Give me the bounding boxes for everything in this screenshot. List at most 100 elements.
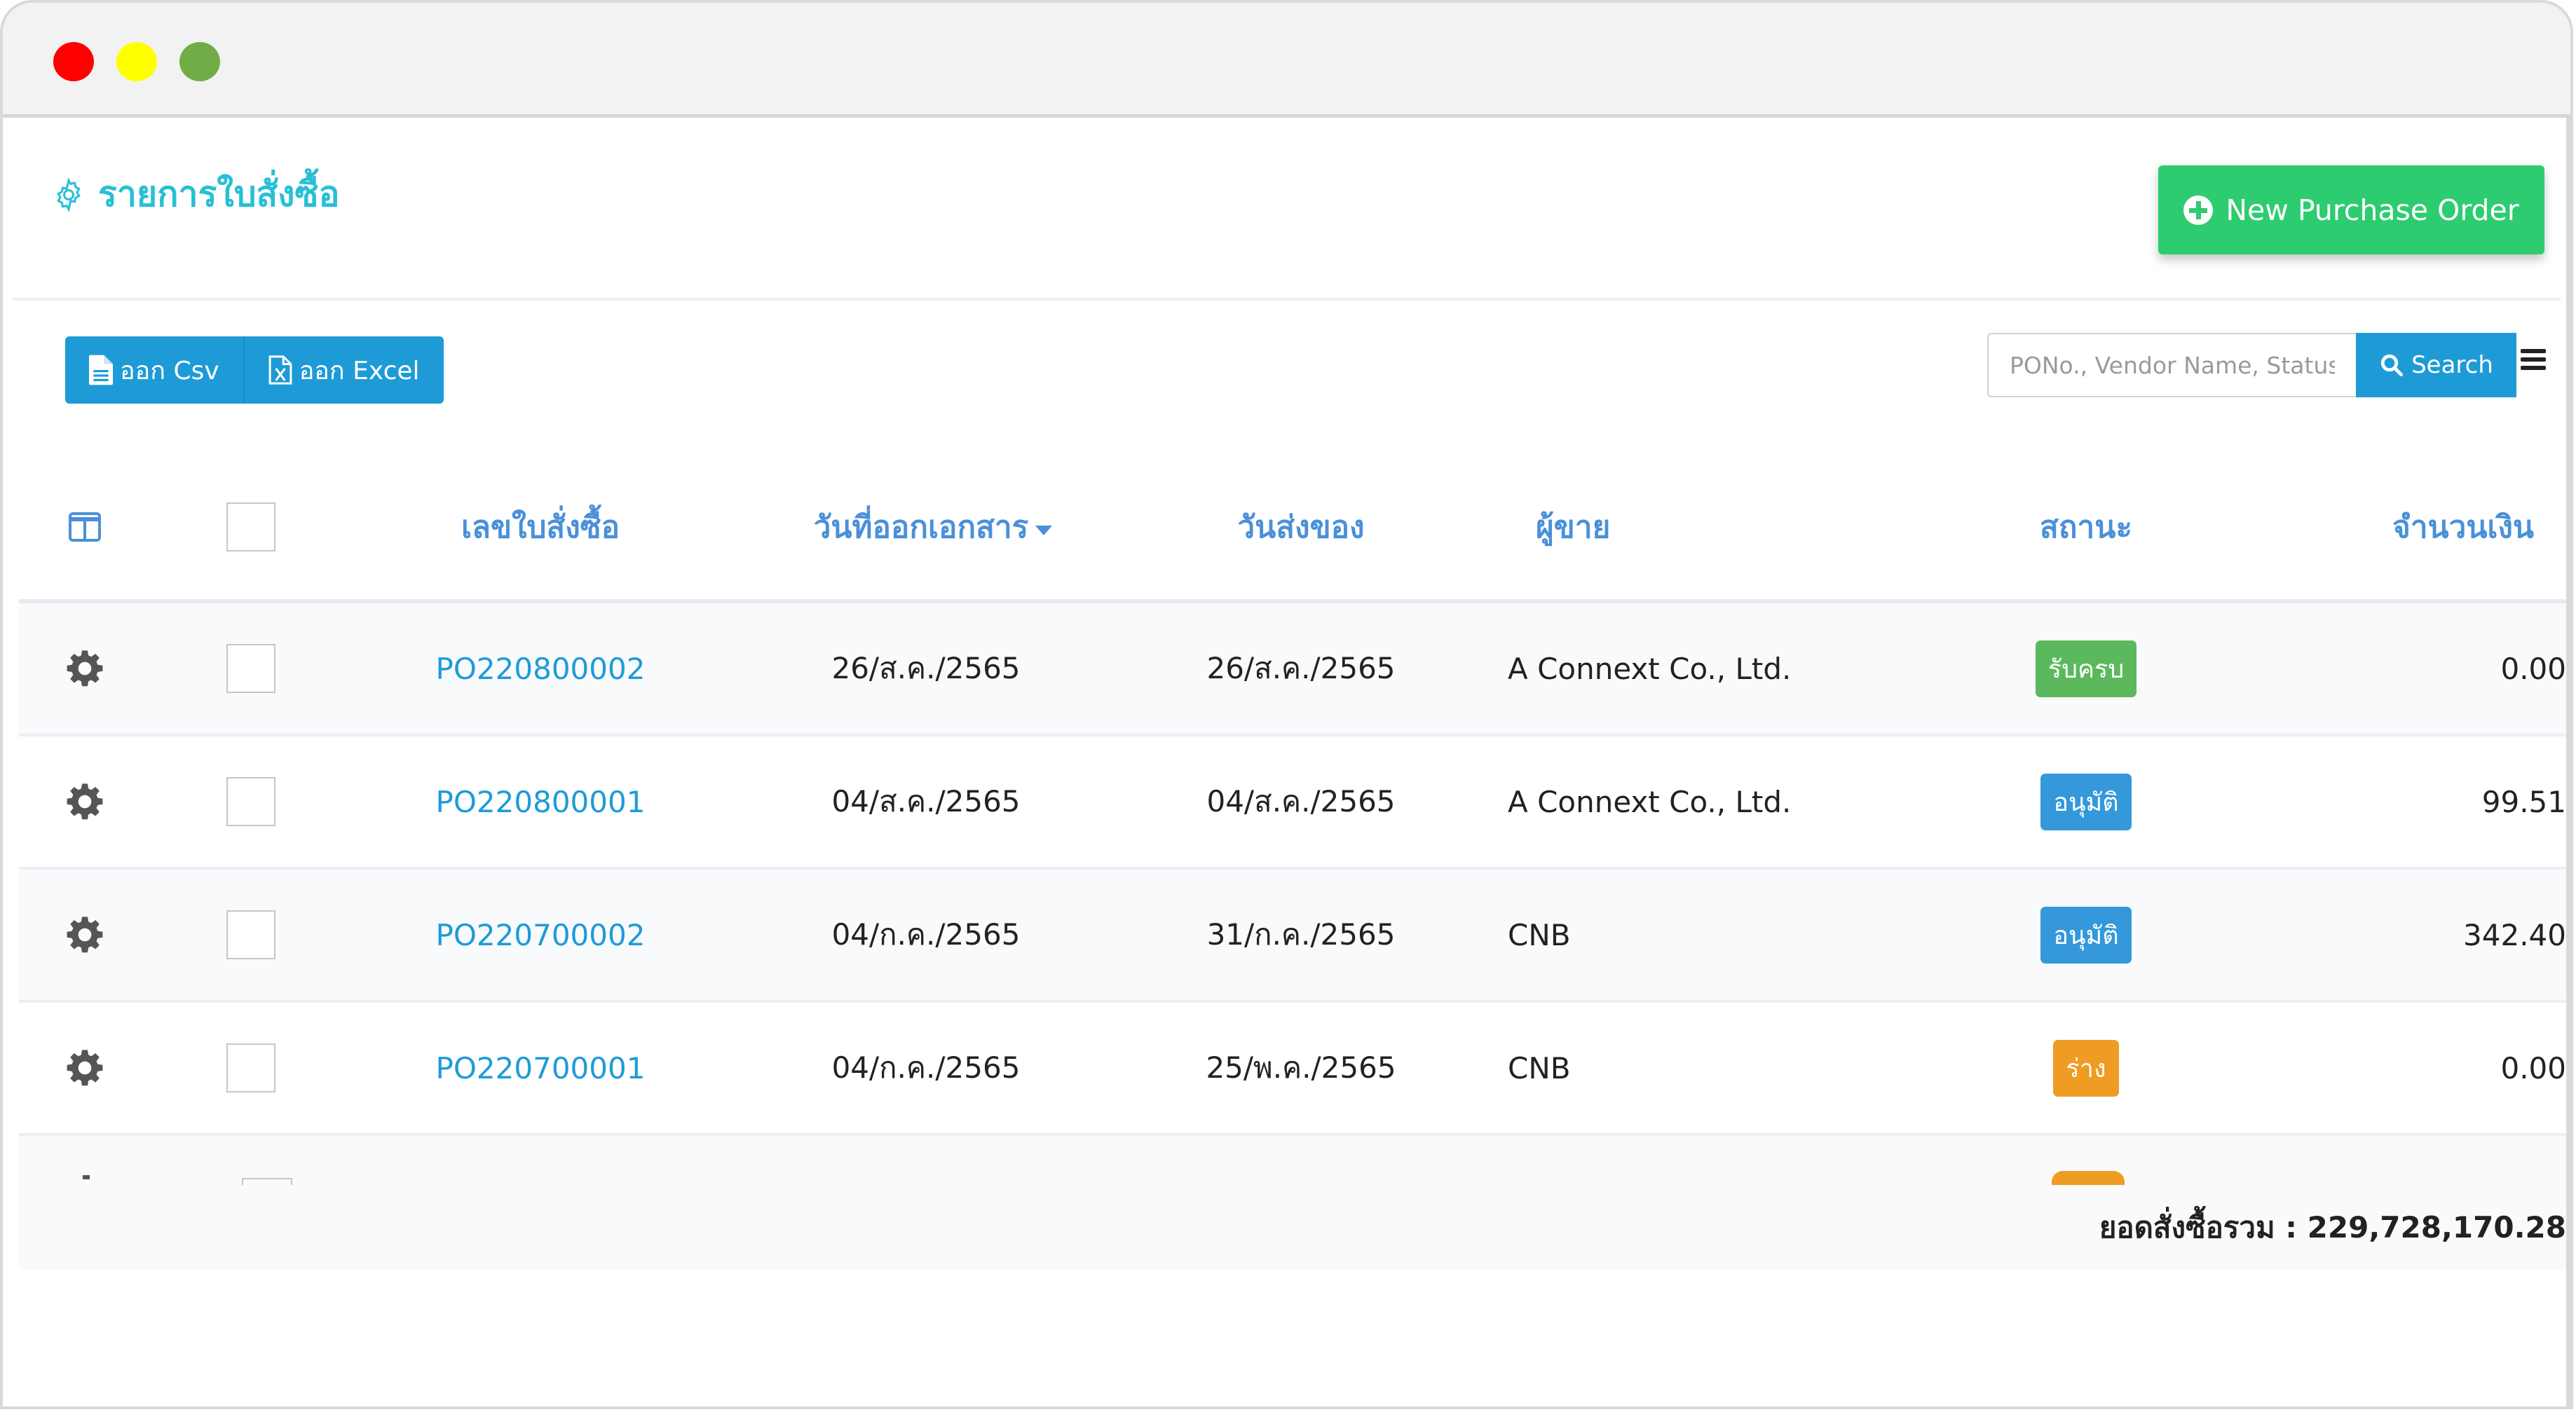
column-header-doc-date[interactable]: วันที่ออกเอกสาร <box>786 455 1080 599</box>
row-checkbox[interactable] <box>226 1043 275 1092</box>
table-row: PO220700001 04/ก.ค./2565 25/พ.ค./2565 CN… <box>19 1003 2566 1136</box>
delivery-date-cell: 04/ส.ค./2565 <box>1206 784 1396 818</box>
new-purchase-order-label: New Purchase Order <box>2226 193 2519 227</box>
status-badge: ร่าง <box>2053 1039 2119 1097</box>
doc-date-cell: 04/ส.ค./2565 <box>831 784 1021 818</box>
po-number-link[interactable]: PO220700002 <box>436 918 646 952</box>
status-badge: อนุมัติ <box>2040 906 2132 964</box>
po-number-link[interactable]: PO220700001 <box>436 1051 646 1085</box>
amount-cell: 342.40 <box>2463 917 2566 952</box>
window-titlebar <box>3 3 2570 118</box>
search-bar: Search <box>1987 333 2516 397</box>
vendor-cell: A Connext Co., Ltd. <box>1508 784 1792 819</box>
header-divider <box>13 298 2561 301</box>
window-right-edge <box>2566 118 2570 1406</box>
row-select-cell <box>225 1003 277 1133</box>
table-row-partial <box>19 1136 2566 1185</box>
row-select-cell <box>225 870 277 1000</box>
sort-desc-icon <box>1035 526 1053 535</box>
hamburger-icon[interactable] <box>2521 349 2546 373</box>
select-all-checkbox[interactable] <box>226 502 275 551</box>
search-input[interactable] <box>1987 333 2356 397</box>
maximize-window-button[interactable] <box>179 42 220 81</box>
row-gear-icon-partial <box>83 1175 90 1179</box>
gear-icon[interactable] <box>65 649 104 688</box>
column-header-status[interactable]: สถานะ <box>1981 455 2191 599</box>
column-header-amount-label: จำนวนเงิน <box>2392 509 2534 545</box>
column-header-delivery-date-label: วันส่งของ <box>1237 509 1365 545</box>
delivery-date-cell: 31/ก.ค./2565 <box>1206 917 1396 952</box>
column-header-po-number-label: เลขใบสั่งซื้อ <box>461 509 620 545</box>
columns-icon <box>69 512 101 542</box>
export-csv-label: ออก Csv <box>120 356 219 385</box>
search-button-label: Search <box>2411 351 2493 379</box>
row-actions-cell <box>64 603 106 734</box>
column-header-doc-date-label: วันที่ออกเอกสาร <box>813 509 1029 545</box>
gear-icon[interactable] <box>65 915 104 954</box>
delivery-date-cell: 26/ส.ค./2565 <box>1206 651 1396 685</box>
export-excel-label: ออก Excel <box>299 356 420 385</box>
status-cell: รับครบ <box>1981 603 2191 734</box>
vendor-cell: CNB <box>1508 917 1571 952</box>
status-cell: อนุมัติ <box>1981 870 2191 1000</box>
purchase-order-table: เลขใบสั่งซื้อ วันที่ออกเอกสาร วันส่งของ … <box>19 455 2566 1270</box>
status-cell: ร่าง <box>1981 1003 2191 1133</box>
vendor-cell: A Connext Co., Ltd. <box>1508 651 1792 686</box>
delivery-date-cell: 25/พ.ค./2565 <box>1206 1050 1396 1085</box>
amount-cell: 0.00 <box>2500 651 2566 686</box>
status-badge: รับครบ <box>2035 640 2137 697</box>
column-header-vendor[interactable]: ผู้ขาย <box>1536 455 1676 599</box>
gear-outline-icon <box>57 177 81 212</box>
file-text-icon <box>89 355 113 385</box>
order-total: ยอดสั่งซื้อรวม : 229,728,170.28 <box>2099 1210 2566 1245</box>
new-purchase-order-button[interactable]: New Purchase Order <box>2158 165 2544 254</box>
po-number-cell: PO220700002 <box>400 870 681 1000</box>
table-row: PO220700002 04/ก.ค./2565 31/ก.ค./2565 CN… <box>19 870 2566 1003</box>
row-actions-cell <box>64 736 106 867</box>
row-checkbox[interactable] <box>226 910 275 959</box>
row-select-cell <box>225 736 277 867</box>
po-number-link[interactable]: PO220800002 <box>436 652 646 686</box>
table-header: เลขใบสั่งซื้อ วันที่ออกเอกสาร วันส่งของ … <box>19 455 2566 603</box>
status-badge-partial <box>2052 1171 2125 1185</box>
row-actions-cell <box>64 1003 106 1133</box>
column-toggle-button[interactable] <box>64 455 106 599</box>
export-csv-button[interactable]: ออก Csv <box>65 336 243 404</box>
export-button-group: ออก Csv ออก Excel <box>65 336 444 404</box>
page-title: รายการใบสั่งซื้อ <box>50 167 339 222</box>
po-number-cell: PO220700001 <box>400 1003 681 1133</box>
row-actions-cell <box>64 870 106 1000</box>
column-header-vendor-label: ผู้ขาย <box>1536 509 1611 545</box>
column-header-po-number[interactable]: เลขใบสั่งซื้อ <box>400 455 681 599</box>
select-all-cell <box>225 455 277 599</box>
status-badge: อนุมัติ <box>2040 773 2132 830</box>
row-checkbox[interactable] <box>226 777 275 826</box>
doc-date-cell: 26/ส.ค./2565 <box>831 651 1021 685</box>
vendor-cell: CNB <box>1508 1050 1571 1085</box>
browser-window: รายการใบสั่งซื้อ New Purchase Order ออก … <box>0 0 2573 1409</box>
table-body: PO220800002 26/ส.ค./2565 26/ส.ค./2565 A … <box>19 603 2566 1136</box>
table-row: PO220800002 26/ส.ค./2565 26/ส.ค./2565 A … <box>19 603 2566 736</box>
row-select-cell <box>225 603 277 734</box>
column-header-amount[interactable]: จำนวนเงิน <box>2254 455 2534 599</box>
doc-date-cell: 04/ก.ค./2565 <box>831 1050 1021 1085</box>
po-number-link[interactable]: PO220800001 <box>436 785 646 819</box>
column-header-delivery-date[interactable]: วันส่งของ <box>1161 455 1441 599</box>
close-window-button[interactable] <box>53 42 94 81</box>
row-checkbox[interactable] <box>226 644 275 693</box>
column-header-status-label: สถานะ <box>2040 509 2132 545</box>
gear-icon[interactable] <box>65 1048 104 1088</box>
export-excel-button[interactable]: ออก Excel <box>243 336 444 404</box>
amount-cell: 0.00 <box>2500 1050 2566 1085</box>
search-button[interactable]: Search <box>2356 333 2516 397</box>
po-number-cell: PO220800002 <box>400 603 681 734</box>
doc-date-cell: 04/ก.ค./2565 <box>831 917 1021 952</box>
gear-icon[interactable] <box>65 782 104 821</box>
search-icon <box>2380 354 2403 376</box>
minimize-window-button[interactable] <box>116 42 157 81</box>
po-number-cell: PO220800001 <box>400 736 681 867</box>
status-cell: อนุมัติ <box>1981 736 2191 867</box>
table-footer: ยอดสั่งซื้อรวม : 229,728,170.28 <box>19 1185 2566 1270</box>
file-excel-icon <box>268 355 292 385</box>
row-checkbox-partial <box>242 1178 292 1185</box>
